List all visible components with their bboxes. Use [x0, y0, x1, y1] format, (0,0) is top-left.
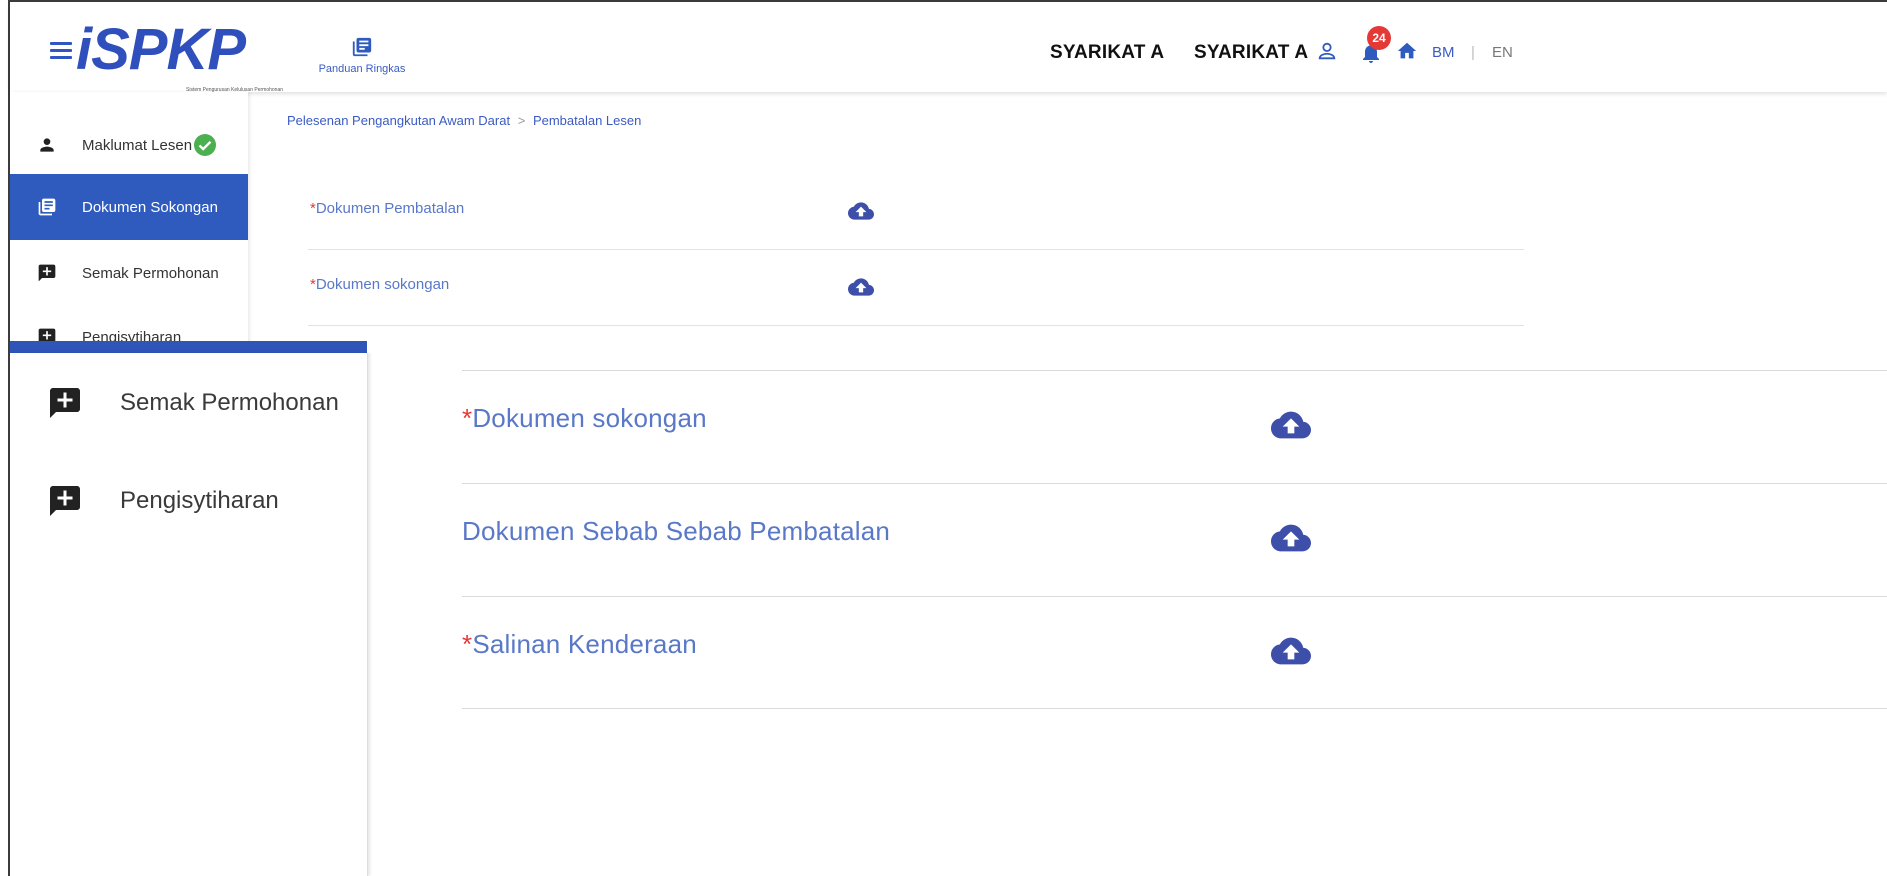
cloud-upload-icon[interactable] — [1271, 405, 1311, 450]
breadcrumb: Pelesenan Pengangkutan Awam Darat > Pemb… — [287, 113, 641, 128]
sidebar-item-label: Semak Permohonan — [82, 264, 219, 282]
logo-text: iSPKP — [76, 17, 246, 82]
document-label: *Dokumen Pembatalan — [310, 200, 465, 217]
app-header: iSPKP Sistem Pengurusan Kelulusan Permoh… — [10, 2, 1887, 94]
quick-guide-label: Panduan Ringkas — [318, 63, 406, 75]
zoom-overlay-accent-bar — [10, 341, 367, 353]
menu-icon[interactable] — [50, 42, 72, 63]
person-icon — [36, 134, 58, 156]
home-icon[interactable] — [1396, 40, 1418, 67]
notification-bell-icon[interactable]: 24 — [1355, 26, 1395, 66]
zoom-sidebar-item-pengisytiharan[interactable]: Pengisytiharan — [10, 451, 368, 551]
zoom-sidebar: Semak Permohonan Pengisytiharan — [10, 353, 368, 876]
sidebar-item-semak-permohonan[interactable]: Semak Permohonan — [10, 240, 248, 306]
divider — [462, 708, 1887, 709]
document-icon — [36, 196, 58, 218]
language-en-button[interactable]: EN — [1492, 44, 1513, 61]
cloud-upload-icon[interactable] — [1271, 631, 1311, 676]
zoom-sidebar-item-label: Pengisytiharan — [120, 487, 279, 514]
document-label: Dokumen Sebab Sebab Pembatalan — [462, 516, 891, 546]
cloud-upload-icon[interactable] — [848, 198, 874, 229]
zoom-document-row: *Salinan Kenderaan — [462, 596, 1887, 709]
language-bm-button[interactable]: BM — [1432, 44, 1455, 61]
document-label: *Dokumen sokongan — [310, 276, 450, 293]
sidebar: Maklumat Lesen Dokumen Sokongan Semak Pe… — [10, 92, 248, 346]
document-icon — [351, 36, 373, 58]
sidebar-item-label: Dokumen Sokongan — [82, 198, 218, 216]
sidebar-item-label: Maklumat Lesen — [82, 136, 193, 154]
notification-badge: 24 — [1367, 26, 1391, 50]
app-logo[interactable]: iSPKP Sistem Pengurusan Kelulusan Permoh… — [76, 17, 296, 94]
sidebar-item-maklumat-lesen[interactable]: Maklumat Lesen — [10, 112, 248, 178]
zoom-sidebar-item-semak-permohonan[interactable]: Semak Permohonan — [10, 353, 368, 453]
breadcrumb-parent[interactable]: Pelesenan Pengangkutan Awam Darat — [287, 113, 510, 128]
quick-guide-link[interactable]: Panduan Ringkas — [307, 36, 417, 75]
document-label: *Salinan Kenderaan — [462, 629, 697, 659]
language-separator: | — [1471, 44, 1475, 61]
zoom-document-row: *Dokumen sokongan — [462, 370, 1887, 483]
check-circle-icon — [194, 134, 217, 156]
user-profile-icon[interactable] — [1316, 40, 1338, 67]
chat-plus-icon — [46, 384, 84, 422]
breadcrumb-separator: > — [517, 113, 526, 128]
document-label: *Dokumen sokongan — [462, 403, 707, 433]
document-row: *Dokumen Pembatalan — [308, 174, 1524, 250]
zoom-document-row: Dokumen Sebab Sebab Pembatalan — [462, 483, 1887, 596]
document-row: *Dokumen sokongan — [308, 250, 1524, 326]
chat-plus-icon — [36, 262, 58, 284]
zoom-sidebar-item-label: Semak Permohonan — [120, 389, 339, 416]
breadcrumb-current: Pembatalan Lesen — [532, 113, 642, 128]
chat-plus-icon — [46, 482, 84, 520]
cloud-upload-icon[interactable] — [848, 274, 874, 305]
sidebar-item-dokumen-sokongan[interactable]: Dokumen Sokongan — [10, 174, 248, 240]
company-name[interactable]: SYARIKAT A — [1050, 42, 1164, 64]
cloud-upload-icon[interactable] — [1271, 518, 1311, 563]
company-name-secondary[interactable]: SYARIKAT A — [1194, 42, 1308, 64]
